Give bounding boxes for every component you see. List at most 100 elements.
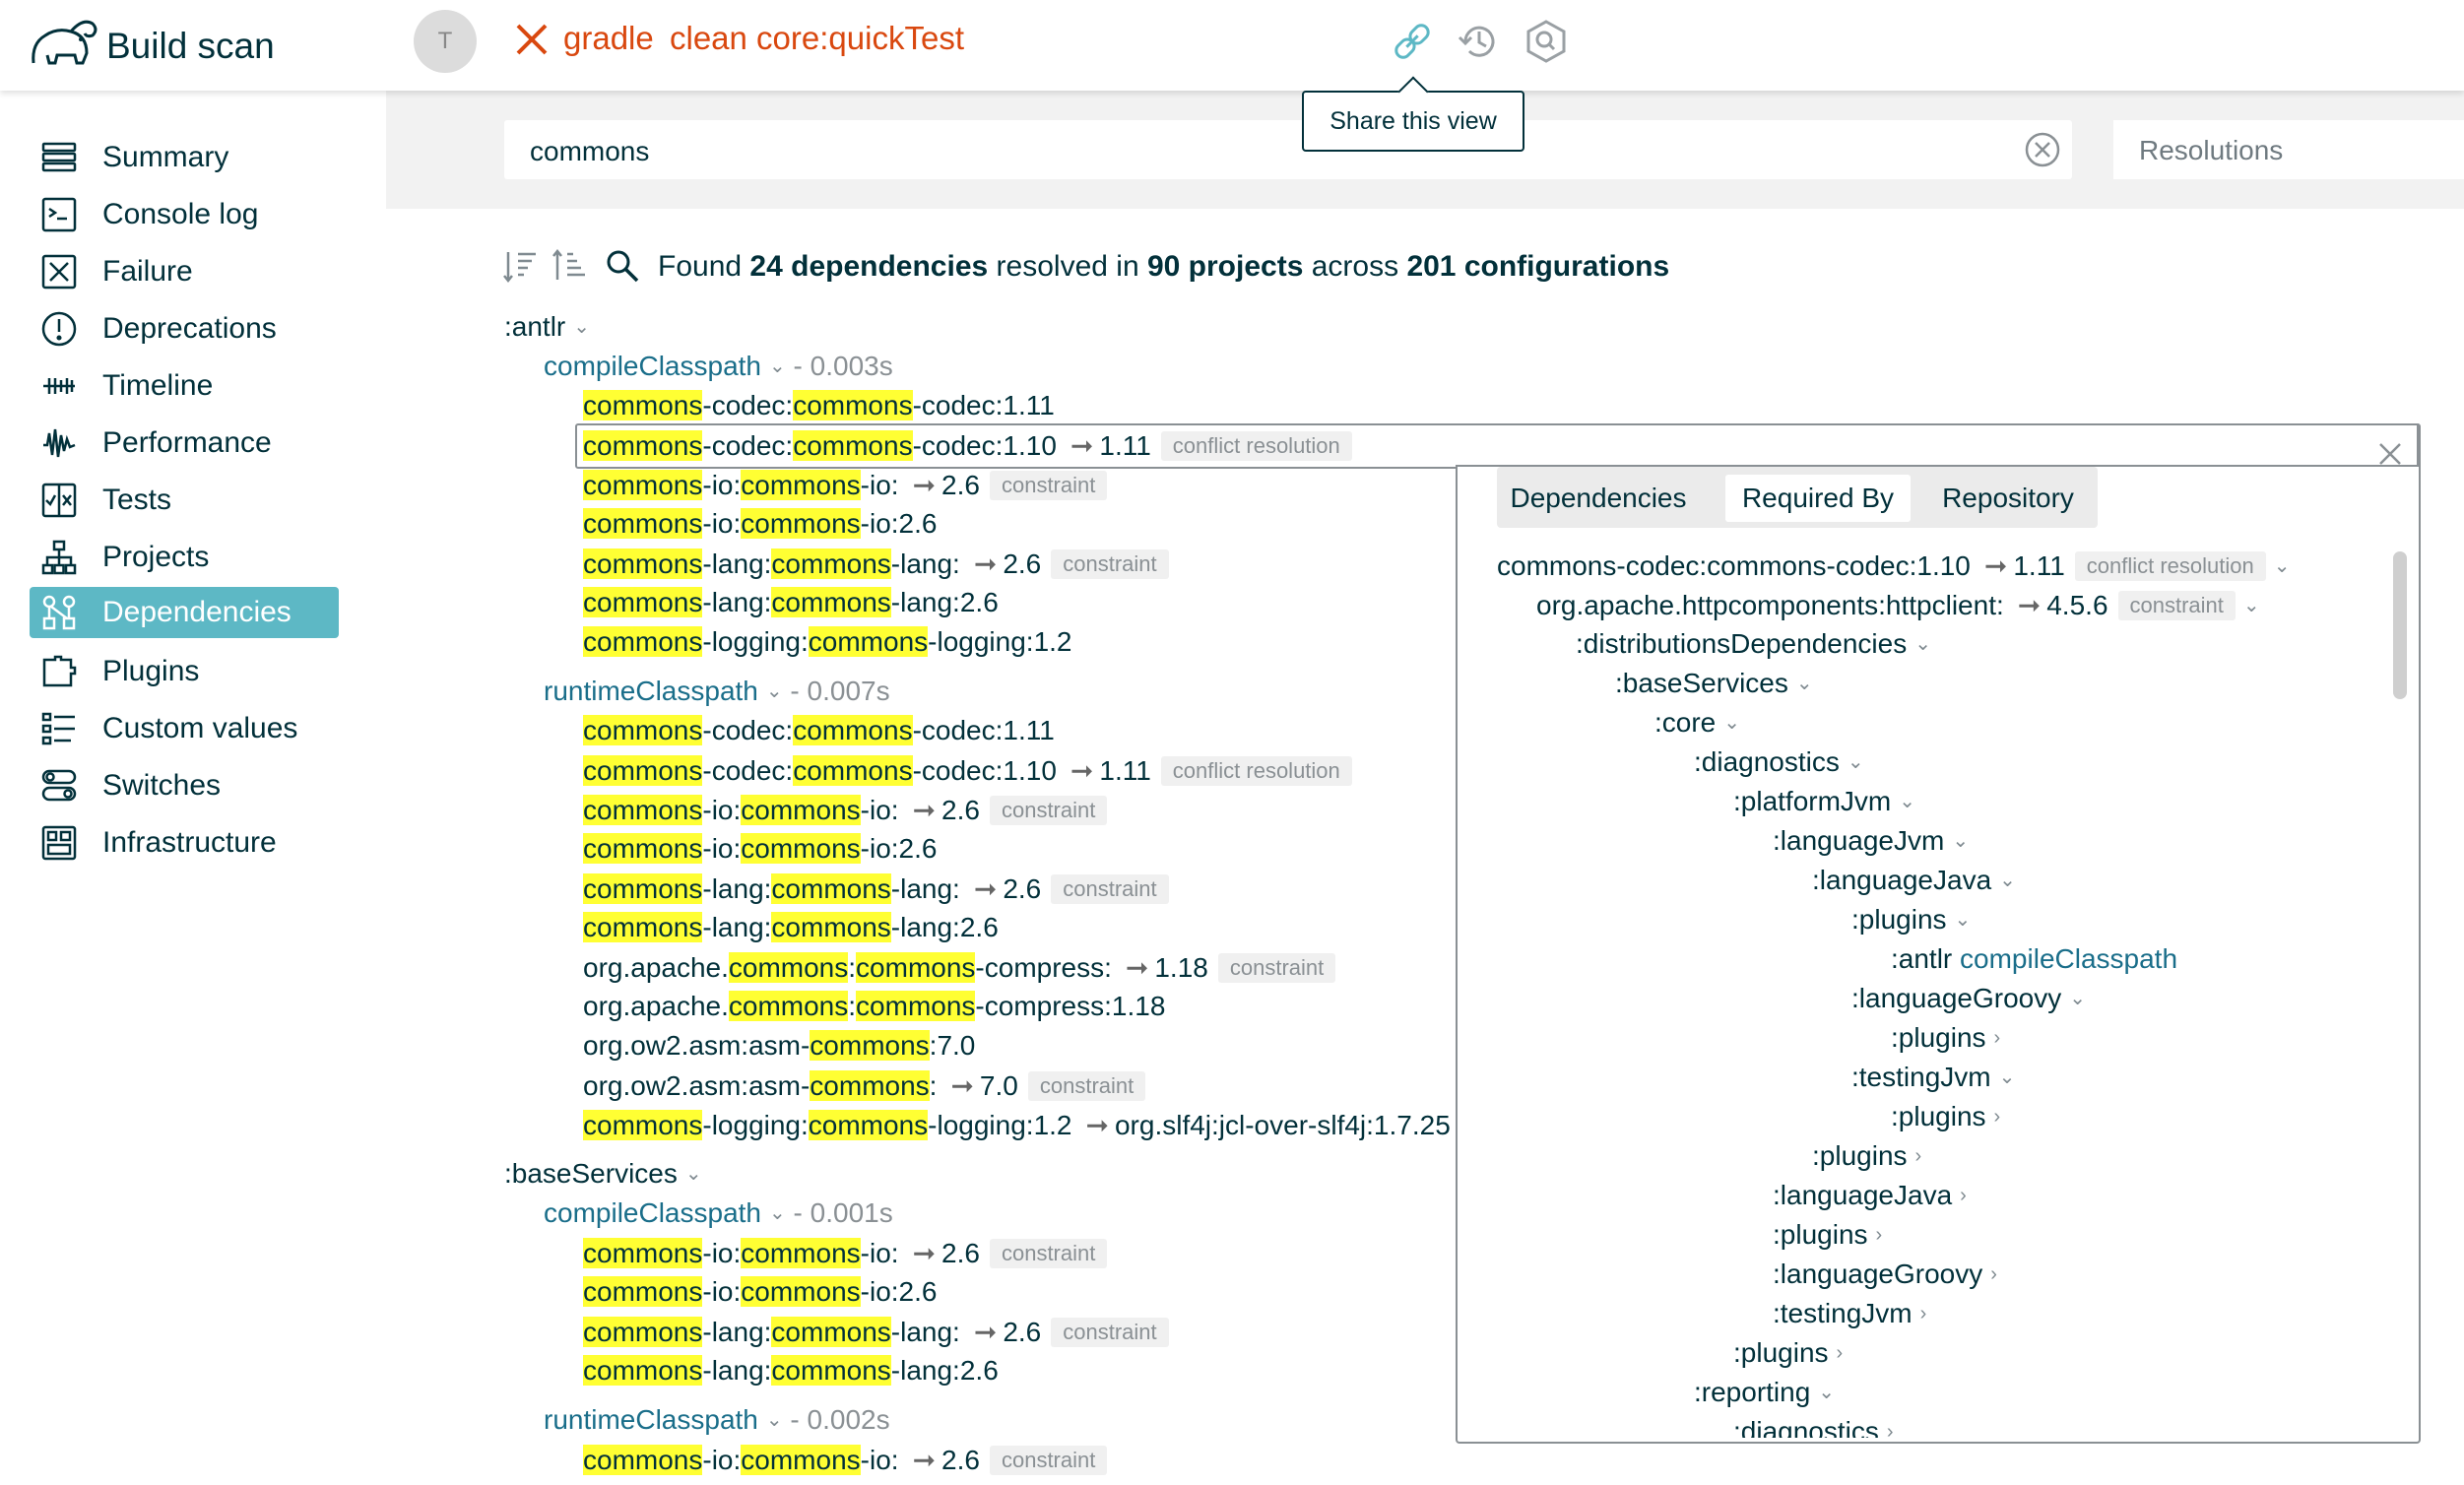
summary-deps-count: 24 dependencies: [749, 250, 989, 283]
required-by-node[interactable]: :core ⌄: [1654, 707, 1740, 739]
tab-dependencies[interactable]: Dependencies: [1505, 475, 1692, 522]
tree-config-compileclasspath[interactable]: compileClasspath ⌄ - 0.001s: [544, 1197, 893, 1229]
required-by-node[interactable]: :baseServices ⌄: [1615, 668, 1813, 699]
sidebar-item-console-log[interactable]: Console log: [30, 189, 339, 240]
tree-project-baseservices[interactable]: :baseServices ⌄: [504, 1158, 702, 1190]
required-by-node[interactable]: :antlr compileClasspath: [1891, 943, 2177, 975]
resolutions-select[interactable]: Resolutions: [2113, 120, 2464, 179]
search-input-value[interactable]: commons: [530, 136, 649, 167]
required-by-node[interactable]: :testingJvm ›: [1773, 1298, 1926, 1329]
required-by-node[interactable]: :languageJvm ⌄: [1773, 825, 1969, 857]
dependency-row[interactable]: org.apache.commons:commons-compress:1.18: [583, 991, 1165, 1022]
sidebar-item-timeline[interactable]: Timeline: [30, 360, 339, 412]
history-icon[interactable]: [1456, 18, 1503, 65]
required-by-node[interactable]: :plugins ⌄: [1851, 904, 1971, 936]
dependency-row[interactable]: commons-lang:commons-lang:2.6: [583, 912, 999, 943]
dependency-row[interactable]: org.apache.commons:commons-compress: ➞ 1.1…: [583, 951, 1336, 984]
sidebar-item-plugins[interactable]: Plugins: [30, 646, 339, 697]
sidebar-item-deprecations[interactable]: Deprecations: [30, 303, 339, 355]
required-by-node[interactable]: :platformJvm ⌄: [1733, 786, 1915, 817]
avatar[interactable]: T: [414, 10, 477, 73]
dependency-row[interactable]: commons-io:commons-io:2.6: [583, 508, 937, 540]
sidebar-item-projects[interactable]: Projects: [30, 532, 339, 583]
tree-project-antlr[interactable]: :antlr ⌄: [504, 311, 590, 343]
dependency-row[interactable]: commons-io:commons-io: ➞ 2.6 constraint: [583, 1444, 1108, 1476]
dependency-row[interactable]: commons-lang:commons-lang: ➞ 2.6 constraint: [583, 1316, 1169, 1348]
dependency-row[interactable]: org.ow2.asm:asm-commons: ➞ 7.0 constraint: [583, 1069, 1146, 1102]
sidebar-item-label: Projects: [102, 541, 210, 573]
required-by-node[interactable]: :languageGroovy ›: [1773, 1259, 1997, 1290]
summary-mid1: resolved in: [996, 250, 1139, 283]
required-by-node[interactable]: :plugins ›: [1733, 1337, 1843, 1369]
dependency-row[interactable]: org.ow2.asm:asm-commons:7.0: [583, 1030, 975, 1062]
dependency-row[interactable]: commons-io:commons-io:2.6: [583, 1276, 937, 1308]
required-by-root[interactable]: commons-codec:commons-codec:1.10 ➞ 1.11 con…: [1497, 549, 2291, 582]
detail-scrollbar-thumb[interactable]: [2393, 551, 2407, 699]
timeline-icon: [43, 378, 75, 394]
build-tasks-label: clean core:quickTest: [670, 20, 964, 56]
dependency-row[interactable]: commons-io:commons-io:2.6: [583, 833, 937, 865]
dependency-row[interactable]: commons-lang:commons-lang:2.6: [583, 1355, 999, 1387]
dependency-row[interactable]: commons-io:commons-io: ➞ 2.6 constraint: [583, 1237, 1108, 1269]
required-by-node[interactable]: :plugins ›: [1891, 1022, 2000, 1054]
tree-config-compileclasspath[interactable]: compileClasspath ⌄ - 0.003s: [544, 351, 893, 382]
sidebar-item-performance[interactable]: Performance: [30, 418, 339, 469]
tree-config-runtimeclasspath[interactable]: runtimeClasspath ⌄ - 0.007s: [544, 676, 890, 707]
dependency-row[interactable]: commons-logging:commons-logging:1.2: [583, 626, 1072, 658]
sidebar-item-custom-values[interactable]: Custom values: [30, 703, 339, 754]
required-by-node[interactable]: org.apache.httpcomponents:httpclient: ➞ 4.…: [1536, 589, 2260, 621]
tree-config-runtimeclasspath[interactable]: runtimeClasspath ⌄ - 0.002s: [544, 1404, 890, 1436]
sidebar-item-dependencies[interactable]: Dependencies: [30, 587, 339, 638]
warning-icon: [41, 311, 77, 347]
tab-repository[interactable]: Repository: [1926, 475, 2090, 522]
dependency-row[interactable]: commons-io:commons-io: ➞ 2.6 constraint: [583, 794, 1108, 826]
top-bar: Build scan T gradle clean core:quickTest: [0, 0, 2464, 91]
dependencies-icon: [42, 595, 76, 630]
failure-icon: [41, 254, 77, 290]
sidebar-item-tests[interactable]: Tests: [30, 475, 339, 526]
share-link-icon[interactable]: [1389, 18, 1436, 65]
required-by-node[interactable]: :plugins ›: [1891, 1101, 2000, 1132]
required-by-node[interactable]: :plugins ›: [1773, 1219, 1882, 1251]
required-by-node[interactable]: :diagnostics ⌄: [1694, 746, 1864, 778]
required-by-node[interactable]: :distributionsDependencies ⌄: [1576, 628, 1931, 660]
dependency-row-selected[interactable]: commons-codec:commons-codec:1.10 ➞ 1.11 con…: [583, 429, 1352, 462]
required-by-node[interactable]: :testingJvm ⌄: [1851, 1062, 2015, 1093]
sidebar-item-failure[interactable]: Failure: [30, 246, 339, 297]
required-by-node[interactable]: :languageJava ⌄: [1812, 865, 2016, 896]
dependency-row[interactable]: commons-lang:commons-lang: ➞ 2.6 constraint: [583, 548, 1169, 580]
dependency-row[interactable]: commons-logging:commons-logging:1.2 ➞ org.…: [583, 1109, 1451, 1141]
required-by-node[interactable]: :languageGroovy ⌄: [1851, 983, 2086, 1014]
dependency-row[interactable]: commons-lang:commons-lang: ➞ 2.6 constraint: [583, 872, 1169, 905]
app-title[interactable]: Build scan: [106, 26, 275, 67]
search-scans-icon[interactable]: [1523, 18, 1570, 65]
tab-required-by[interactable]: Required By: [1725, 475, 1911, 522]
sort-descending-icon[interactable]: [502, 248, 540, 286]
sidebar-item-summary[interactable]: Summary: [30, 132, 339, 183]
sidebar-item-switches[interactable]: Switches: [30, 760, 339, 811]
required-by-node[interactable]: :plugins ›: [1812, 1140, 1921, 1172]
sort-ascending-icon[interactable]: [551, 248, 589, 286]
required-by-node[interactable]: :reporting ⌄: [1694, 1377, 1835, 1408]
sidebar-item-label: Performance: [102, 426, 272, 459]
dependency-row[interactable]: commons-lang:commons-lang:2.6: [583, 587, 999, 618]
detail-panel-header: [1456, 423, 2419, 469]
terminal-icon: [41, 197, 77, 232]
summary-prefix: Found: [658, 250, 743, 283]
required-by-node[interactable]: :diagnostics ›: [1733, 1416, 1894, 1438]
tests-icon: [41, 483, 77, 518]
dependency-row[interactable]: commons-io:commons-io: ➞ 2.6 constraint: [583, 469, 1108, 501]
dependency-row[interactable]: commons-codec:commons-codec:1.11: [583, 390, 1055, 421]
gradle-elephant-icon[interactable]: [28, 14, 100, 73]
sidebar-item-label: Timeline: [102, 369, 214, 402]
dependency-row[interactable]: commons-codec:commons-codec:1.10 ➞ 1.11 con…: [583, 754, 1352, 787]
close-icon[interactable]: [2375, 439, 2405, 469]
build-tool-label: gradle: [563, 20, 654, 56]
dependency-search-input[interactable]: [504, 120, 2072, 179]
dependency-row[interactable]: commons-codec:commons-codec:1.11: [583, 715, 1055, 746]
clear-search-icon[interactable]: [2023, 130, 2062, 169]
share-tooltip: Share this view: [1302, 91, 1524, 152]
sidebar-item-infrastructure[interactable]: Infrastructure: [30, 817, 339, 869]
required-by-node[interactable]: :languageJava ›: [1773, 1180, 1967, 1211]
search-icon[interactable]: [605, 248, 640, 284]
